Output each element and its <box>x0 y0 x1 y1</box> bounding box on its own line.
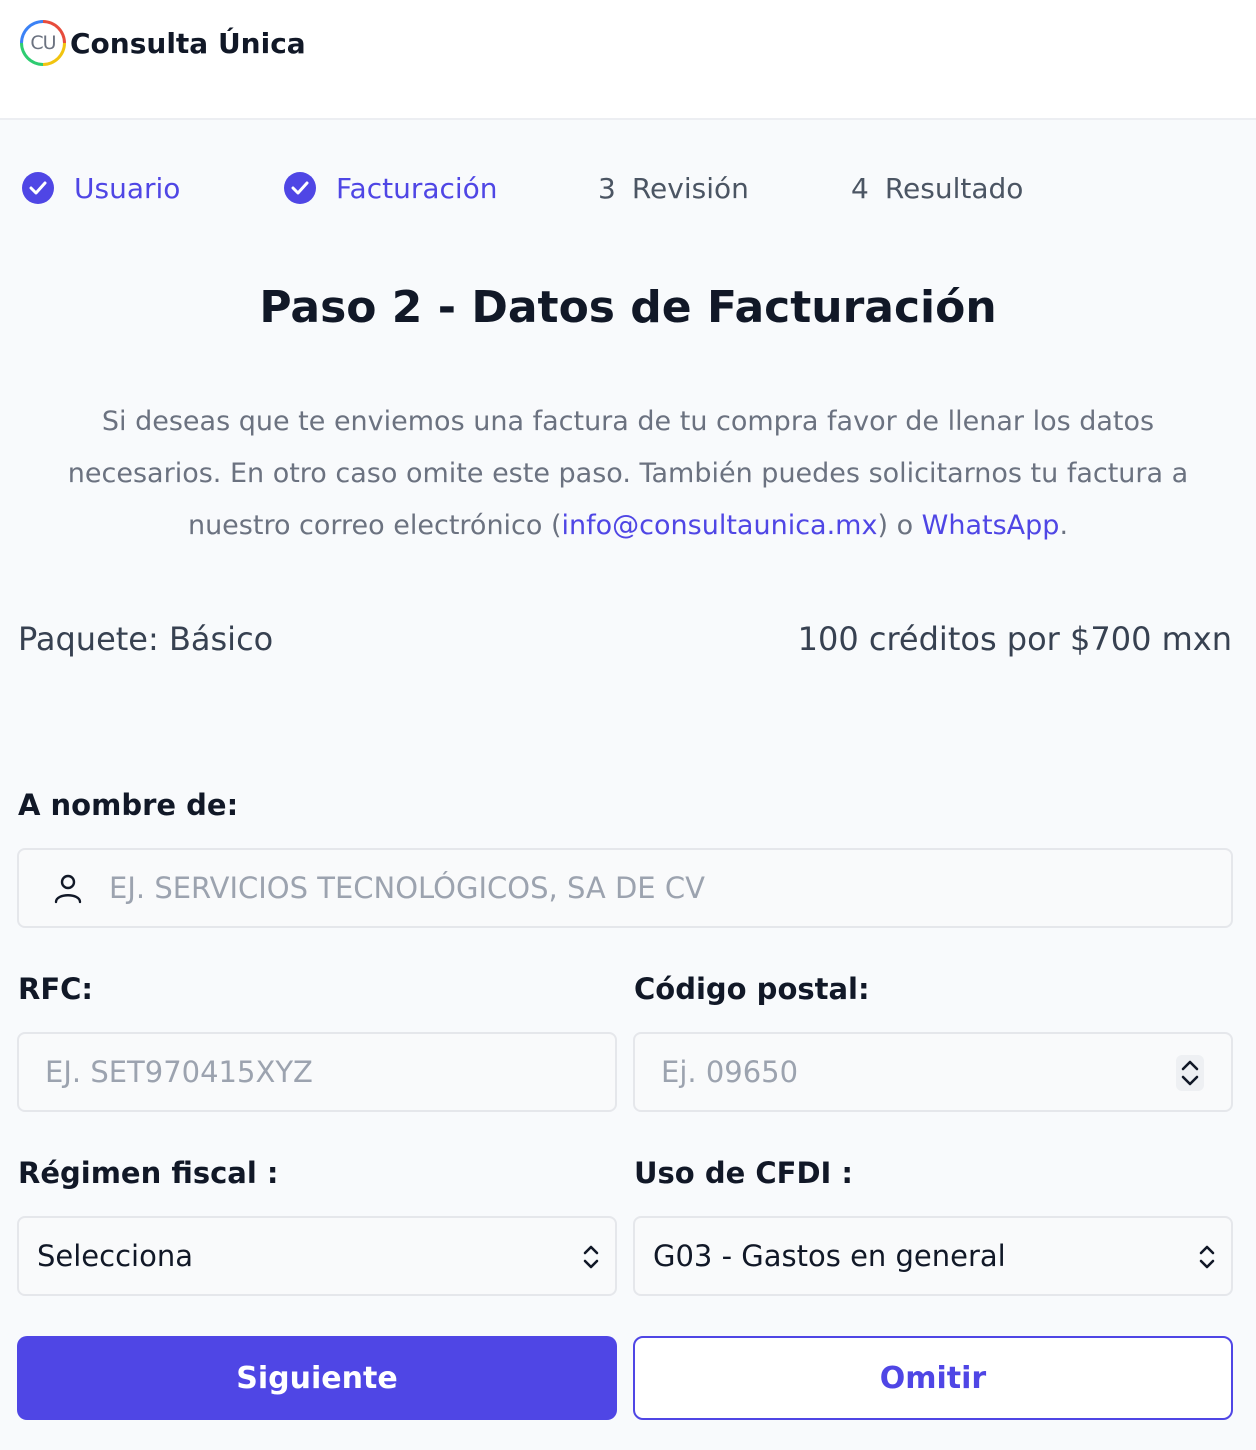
cfdi-label: Uso de CFDI : <box>634 1156 854 1190</box>
step-number: 4 <box>851 171 869 205</box>
user-icon <box>53 872 83 904</box>
step-revision: 3 Revisión <box>598 166 749 210</box>
step-number: 3 <box>598 171 616 205</box>
check-circle-icon <box>22 172 54 204</box>
brand-name: Consulta Única <box>70 26 306 60</box>
step-label: Usuario <box>74 171 181 205</box>
regimen-select[interactable]: Selecciona <box>17 1216 617 1296</box>
email-link[interactable]: info@consultaunica.mx <box>562 510 878 541</box>
description-text: . <box>1059 510 1069 541</box>
name-field[interactable] <box>17 848 1233 928</box>
step-usuario[interactable]: Usuario <box>22 166 180 210</box>
skip-button[interactable]: Omitir <box>633 1336 1233 1420</box>
rfc-input[interactable] <box>45 1034 615 1110</box>
step-resultado: 4 Resultado <box>851 166 1023 210</box>
package-summary: Paquete: Básico 100 créditos por $700 mx… <box>18 620 1232 658</box>
zip-label: Código postal: <box>634 972 870 1006</box>
name-label: A nombre de: <box>18 788 239 822</box>
package-price: 100 créditos por $700 mxn <box>797 620 1232 658</box>
rfc-label: RFC: <box>18 972 94 1006</box>
chevron-updown-icon <box>1197 1242 1217 1276</box>
package-name: Paquete: Básico <box>18 620 274 658</box>
stepper: Usuario Facturación 3 Revisión 4 Resulta… <box>0 166 1256 210</box>
page-description: Si deseas que te enviemos una factura de… <box>40 396 1216 552</box>
logo-badge-icon: CU <box>20 20 66 66</box>
brand-logo[interactable]: CU Consulta Única <box>20 20 306 66</box>
cfdi-selected-value: G03 - Gastos en general <box>653 1239 1006 1273</box>
number-stepper-icon[interactable] <box>1175 1054 1205 1096</box>
step-label: Resultado <box>884 171 1024 205</box>
page-title: Paso 2 - Datos de Facturación <box>259 282 997 333</box>
next-button[interactable]: Siguiente <box>17 1336 617 1420</box>
description-text: ) o <box>877 510 922 541</box>
cfdi-select[interactable]: G03 - Gastos en general <box>633 1216 1233 1296</box>
step-label: Facturación <box>336 171 498 205</box>
zip-input[interactable] <box>661 1034 1171 1110</box>
step-facturacion[interactable]: Facturación <box>284 166 498 210</box>
app-header: CU Consulta Única <box>0 0 1256 120</box>
regimen-label: Régimen fiscal : <box>18 1156 279 1190</box>
rfc-field[interactable] <box>17 1032 617 1112</box>
chevron-updown-icon <box>581 1242 601 1276</box>
whatsapp-link[interactable]: WhatsApp <box>922 510 1060 541</box>
name-input[interactable] <box>109 850 1231 926</box>
regimen-selected-value: Selecciona <box>37 1239 193 1273</box>
check-circle-icon <box>284 172 316 204</box>
zip-field[interactable] <box>633 1032 1233 1112</box>
step-label: Revisión <box>631 171 749 205</box>
